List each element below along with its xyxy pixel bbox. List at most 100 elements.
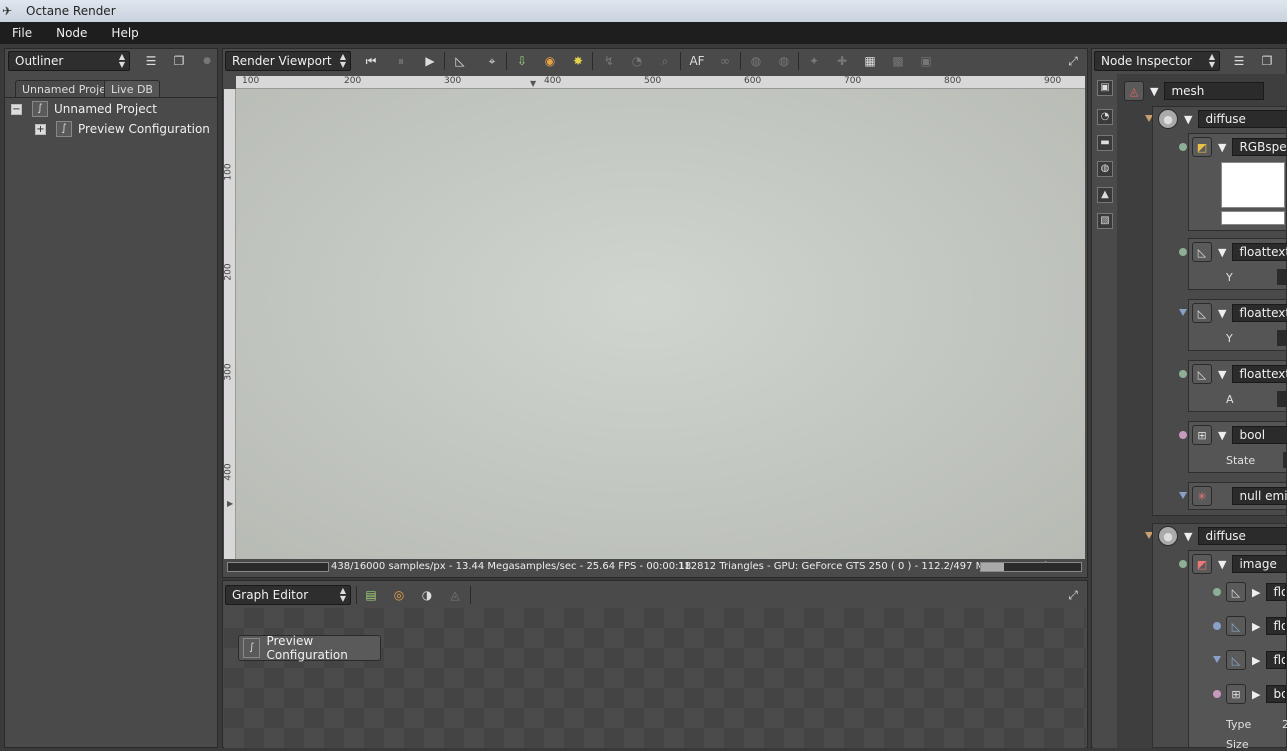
collapse-triangle-icon[interactable]: ▼ bbox=[1150, 85, 1158, 98]
export-icon[interactable]: ⇩ bbox=[511, 51, 533, 71]
float-field[interactable]: floattexture bbox=[1232, 304, 1287, 322]
layers-icon[interactable]: ❐ bbox=[1256, 51, 1278, 71]
image-icon[interactable]: ▲ bbox=[1097, 187, 1113, 203]
menu-node[interactable]: Node bbox=[44, 26, 99, 40]
node-floattexture-3[interactable]: ◺ ▼ floattexture bbox=[1192, 363, 1287, 385]
param-value-field[interactable] bbox=[1277, 330, 1287, 346]
layers-icon[interactable]: ❐ bbox=[168, 51, 190, 71]
expand-triangle-icon[interactable]: ▶ bbox=[1252, 586, 1260, 599]
sub-field[interactable]: float bbox=[1266, 651, 1287, 669]
graph-node-preview-config[interactable]: ∫ Preview Configuration bbox=[238, 634, 381, 662]
collapse-triangle-icon[interactable]: ▼ bbox=[1218, 368, 1226, 381]
diffuse-field[interactable]: diffuse bbox=[1198, 110, 1287, 128]
bool-field[interactable]: bool bbox=[1232, 426, 1287, 444]
float-field[interactable]: floattexture bbox=[1232, 365, 1287, 383]
alpha-icon[interactable]: ▦ bbox=[859, 51, 881, 71]
glasses-icon[interactable]: ∞ bbox=[714, 51, 736, 71]
maximize-icon[interactable]: ⤢ bbox=[1062, 51, 1084, 71]
options-dot-icon[interactable]: ● bbox=[196, 51, 218, 71]
diffuse-field[interactable]: diffuse bbox=[1198, 527, 1287, 545]
collapse-triangle-icon[interactable]: ▼ bbox=[1218, 246, 1226, 259]
color-swatch[interactable] bbox=[1221, 162, 1285, 208]
region-icon[interactable]: ◍ bbox=[745, 51, 767, 71]
play-icon[interactable]: ▶ bbox=[419, 51, 441, 71]
emission-field[interactable]: null emission bbox=[1232, 487, 1287, 505]
color-strip[interactable] bbox=[1221, 211, 1285, 225]
menu-file[interactable]: File bbox=[0, 26, 44, 40]
graph-canvas[interactable] bbox=[224, 608, 1086, 748]
rewind-icon[interactable]: ⏮ bbox=[360, 51, 382, 71]
image-field[interactable]: image bbox=[1232, 555, 1287, 573]
tree-item-preview-config[interactable]: + ∫ Preview Configuration bbox=[35, 120, 210, 138]
node-mesh[interactable]: ◬ ▼ mesh bbox=[1124, 80, 1265, 102]
film-icon[interactable]: ◍ bbox=[773, 51, 795, 71]
viewport-selector[interactable]: Render Viewport ▲ ▼ bbox=[225, 51, 351, 71]
maximize-icon[interactable]: ⤢ bbox=[1062, 585, 1084, 605]
sub-node-1[interactable]: ◺ ▶ float bbox=[1226, 581, 1287, 603]
material-icon[interactable]: ◑ bbox=[416, 585, 438, 605]
af-dim-icon[interactable]: ↯ bbox=[598, 51, 620, 71]
add-node-icon[interactable]: ◎ bbox=[388, 585, 410, 605]
float-field[interactable]: floattexture bbox=[1232, 243, 1287, 261]
sub-node-4[interactable]: ⊞ ▶ bool bbox=[1226, 683, 1287, 705]
outliner-selector[interactable]: Outliner ▲ ▼ bbox=[8, 51, 130, 71]
tree-item-project[interactable]: − ∫ Unnamed Project bbox=[11, 100, 157, 118]
node-null-emission[interactable]: ✳ ▼ null emission bbox=[1192, 485, 1287, 507]
collapse-triangle-icon[interactable]: ▼ bbox=[1218, 429, 1226, 442]
collapse-triangle-icon[interactable]: ▼ bbox=[1218, 558, 1226, 571]
camera-icon[interactable]: ◔ bbox=[1097, 109, 1113, 125]
pause-icon[interactable]: ⏸ bbox=[390, 51, 412, 71]
node-rgbspectrum[interactable]: ◩ ▼ RGBspectrum bbox=[1192, 136, 1287, 158]
render-target-icon[interactable]: ▣ bbox=[1097, 80, 1113, 96]
expand-triangle-icon[interactable]: ▶ bbox=[1252, 688, 1260, 701]
collapse-triangle-icon[interactable]: ▼ bbox=[1184, 113, 1192, 126]
param-value-field[interactable] bbox=[1277, 391, 1287, 407]
add-icon[interactable]: ✚ bbox=[831, 51, 853, 71]
environment-icon[interactable]: ▬ bbox=[1097, 135, 1113, 151]
node-diffuse-2[interactable]: ● ▼ diffuse bbox=[1158, 525, 1287, 547]
sub-node-2[interactable]: ◺ ▶ float bbox=[1226, 615, 1287, 637]
mesh-field[interactable]: mesh bbox=[1164, 82, 1265, 100]
expand-triangle-icon[interactable]: ▶ bbox=[1252, 620, 1260, 633]
light-icon[interactable]: ✸ bbox=[567, 51, 589, 71]
new-graph-icon[interactable]: ▤ bbox=[360, 585, 382, 605]
node-floattexture-2[interactable]: ◺ ▼ floattexture bbox=[1192, 302, 1287, 324]
node-bool[interactable]: ⊞ ▼ bool bbox=[1192, 424, 1287, 446]
zoom-icon[interactable]: ⌕ bbox=[654, 51, 676, 71]
grid-icon[interactable]: ▩ bbox=[887, 51, 909, 71]
color-picker-icon[interactable]: ◉ bbox=[539, 51, 561, 71]
sub-field[interactable]: float bbox=[1266, 583, 1287, 601]
expand-triangle-icon[interactable]: ▶ bbox=[1252, 654, 1260, 667]
collapse-icon[interactable]: ☰ bbox=[1228, 51, 1250, 71]
collapse-icon[interactable]: ☰ bbox=[140, 51, 162, 71]
render-viewport[interactable] bbox=[236, 89, 1085, 559]
collapse-triangle-icon[interactable]: ▼ bbox=[1218, 307, 1226, 320]
sub-node-3[interactable]: ◺ ▶ float bbox=[1226, 649, 1287, 671]
kernel-icon[interactable]: ◍ bbox=[1097, 161, 1113, 177]
af-toggle-button[interactable]: AF bbox=[686, 51, 708, 71]
node-diffuse-1[interactable]: ● ▼ diffuse bbox=[1158, 108, 1287, 130]
param-value-field[interactable] bbox=[1283, 452, 1287, 468]
collapse-box-icon[interactable]: − bbox=[11, 103, 22, 115]
menu-help[interactable]: Help bbox=[99, 26, 150, 40]
collapse-triangle-icon[interactable]: ▼ bbox=[1184, 530, 1192, 543]
param-value-field[interactable] bbox=[1277, 269, 1287, 285]
delete-node-icon[interactable]: ◬ bbox=[444, 585, 466, 605]
type-value[interactable]: 2 bbox=[1282, 718, 1287, 731]
node-floattexture-1[interactable]: ◺ ▼ floattexture bbox=[1192, 241, 1287, 263]
tab-live-db[interactable]: Live DB bbox=[104, 80, 160, 98]
sub-field[interactable]: float bbox=[1266, 617, 1287, 635]
camera-icon[interactable]: ◔ bbox=[626, 51, 648, 71]
inspector-selector[interactable]: Node Inspector ▲ ▼ bbox=[1094, 51, 1220, 71]
clay-icon[interactable]: ✦ bbox=[803, 51, 825, 71]
collapse-triangle-icon[interactable]: ▼ bbox=[1218, 141, 1226, 154]
rgb-field[interactable]: RGBspectrum bbox=[1232, 138, 1287, 156]
checker-icon[interactable]: ▣ bbox=[915, 51, 937, 71]
expand-box-icon[interactable]: + bbox=[35, 123, 46, 135]
sub-field[interactable]: bool bbox=[1266, 685, 1287, 703]
focus-icon[interactable]: ⌖ bbox=[481, 51, 503, 71]
node-image[interactable]: ◩ ▼ image bbox=[1192, 553, 1287, 575]
graph-editor-selector[interactable]: Graph Editor ▲ ▼ bbox=[225, 585, 351, 605]
imager-icon[interactable]: ▧ bbox=[1097, 213, 1113, 229]
ruler-icon[interactable]: ◺ bbox=[449, 51, 471, 71]
